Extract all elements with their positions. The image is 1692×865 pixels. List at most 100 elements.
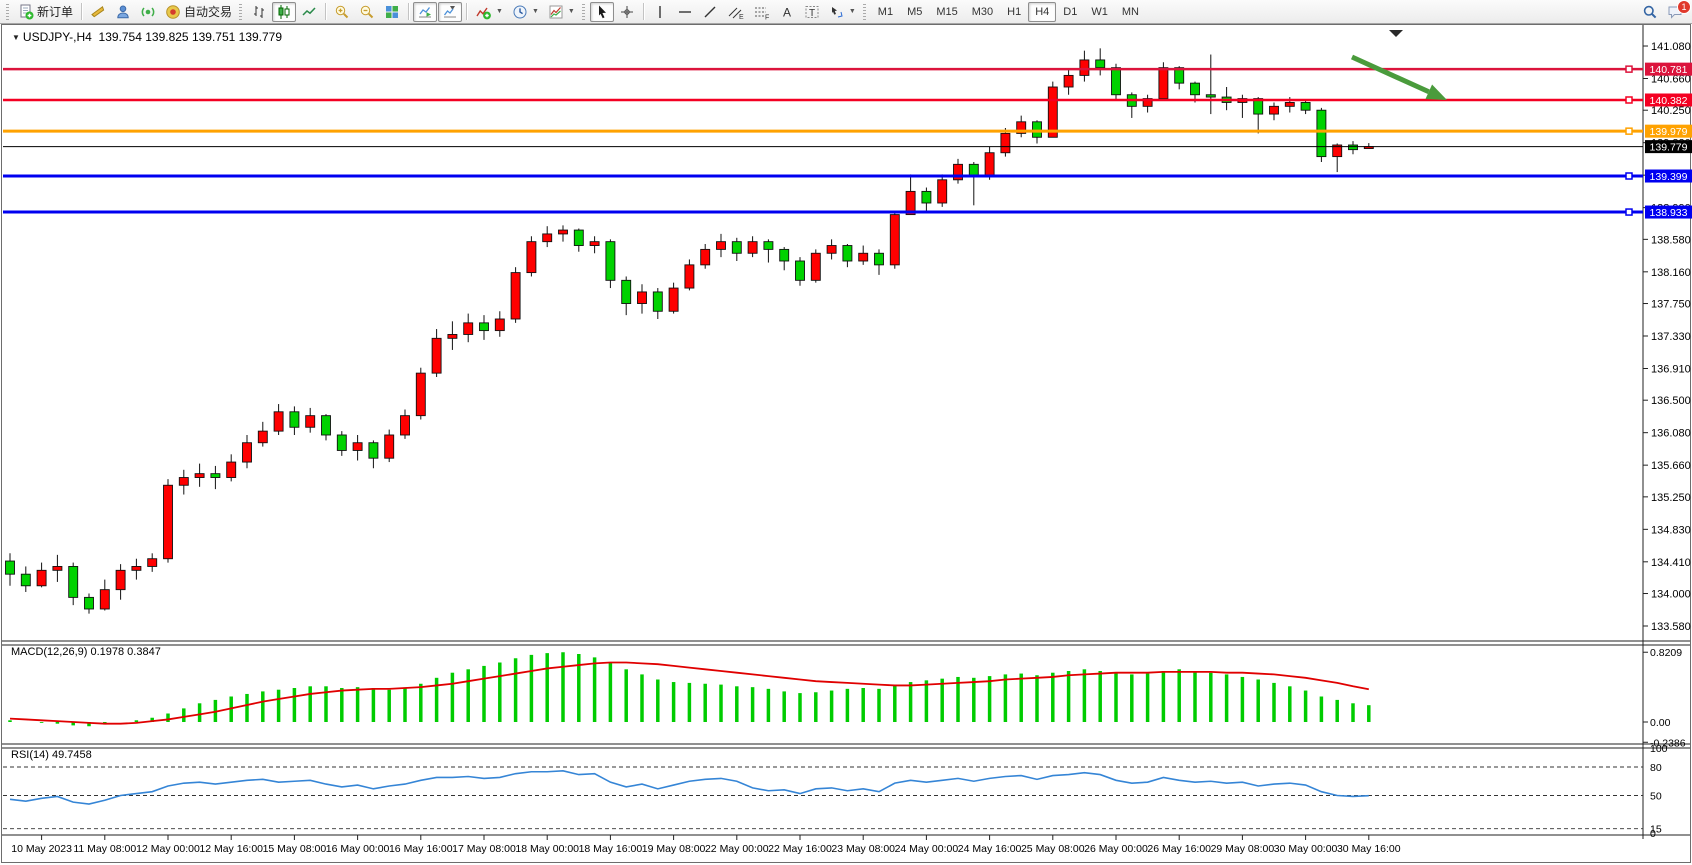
candle-body[interactable] [179, 478, 188, 486]
horizontal-line-button[interactable] [673, 2, 697, 22]
zoom-out-button[interactable] [355, 2, 379, 22]
candle-body[interactable] [195, 474, 204, 478]
candle-body[interactable] [432, 338, 441, 373]
candle-body[interactable] [748, 242, 757, 254]
candle-body[interactable] [290, 412, 299, 427]
candle-body[interactable] [669, 288, 678, 311]
text-button[interactable]: A [775, 2, 799, 22]
line-handle[interactable] [1626, 128, 1632, 134]
candle-body[interactable] [448, 334, 457, 338]
candle-body[interactable] [6, 561, 15, 574]
line-handle[interactable] [1626, 97, 1632, 103]
candle-body[interactable] [764, 242, 773, 250]
candle-body[interactable] [274, 412, 283, 431]
candle-body[interactable] [859, 253, 868, 261]
candle-body[interactable] [1285, 102, 1294, 106]
tab-timeframe-H1[interactable]: H1 [1000, 2, 1028, 22]
candle-body[interactable] [1064, 75, 1073, 87]
tab-timeframe-M30[interactable]: M30 [965, 2, 1000, 22]
candle-body[interactable] [227, 462, 236, 477]
autotrading-button[interactable]: 自动交易 [161, 2, 236, 22]
candle-body[interactable] [369, 443, 378, 458]
candle-body[interactable] [590, 242, 599, 246]
candle-body[interactable] [53, 566, 62, 570]
text-label-button[interactable]: T [800, 2, 824, 22]
notifications-button[interactable]: 1 [1663, 2, 1688, 22]
candle-body[interactable] [732, 242, 741, 254]
candle-body[interactable] [480, 323, 489, 331]
tab-timeframe-M15[interactable]: M15 [929, 2, 964, 22]
candle-body[interactable] [306, 416, 315, 428]
auto-scroll-button[interactable] [413, 2, 437, 22]
candle-body[interactable] [1001, 133, 1010, 152]
periods-button[interactable]: ▼ [508, 2, 543, 22]
candle-body[interactable] [1159, 68, 1168, 99]
bar-chart-button[interactable] [247, 2, 271, 22]
channel-button[interactable]: E [723, 2, 748, 22]
candle-body[interactable] [717, 242, 726, 250]
candle-body[interactable] [258, 431, 267, 443]
candle-body[interactable] [969, 164, 978, 176]
candle-body[interactable] [938, 180, 947, 203]
tile-windows-button[interactable] [380, 2, 404, 22]
tab-timeframe-M1[interactable]: M1 [871, 2, 900, 22]
symbol-dropdown-icon[interactable]: ▼ [12, 33, 20, 42]
candle-body[interactable] [353, 443, 362, 451]
candle-body[interactable] [985, 153, 994, 176]
candle-body[interactable] [464, 323, 473, 335]
candle-body[interactable] [1301, 102, 1310, 110]
candle-body[interactable] [401, 416, 410, 435]
candle-body[interactable] [622, 280, 631, 303]
signals-button[interactable] [136, 2, 160, 22]
candle-body[interactable] [495, 319, 504, 331]
arrows-button[interactable]: ▼ [825, 2, 860, 22]
trendline-button[interactable] [698, 2, 722, 22]
toolbar-grip[interactable] [582, 4, 585, 20]
candle-body[interactable] [116, 570, 125, 589]
fibonacci-button[interactable]: F [749, 2, 774, 22]
candle-body[interactable] [211, 474, 220, 478]
candle-body[interactable] [606, 242, 615, 281]
candle-body[interactable] [85, 597, 94, 609]
metaeditor-button[interactable] [86, 2, 110, 22]
toolbar-grip[interactable] [6, 4, 9, 20]
candle-body[interactable] [1191, 83, 1200, 95]
line-handle[interactable] [1626, 209, 1632, 215]
candle-body[interactable] [511, 273, 520, 319]
toolbar-grip[interactable] [239, 4, 242, 20]
tab-timeframe-H4[interactable]: H4 [1028, 2, 1056, 22]
candle-body[interactable] [1080, 60, 1089, 75]
candle-body[interactable] [148, 559, 157, 567]
candle-body[interactable] [843, 246, 852, 261]
candle-body[interactable] [559, 230, 568, 234]
vertical-line-button[interactable] [648, 2, 672, 22]
indicators-button[interactable]: ▼ [471, 2, 507, 22]
candle-body[interactable] [132, 566, 141, 570]
candle-body[interactable] [385, 435, 394, 458]
candle-body[interactable] [875, 253, 884, 265]
candle-body[interactable] [1033, 122, 1042, 137]
candle-body[interactable] [543, 234, 552, 242]
line-chart-button[interactable] [297, 2, 321, 22]
candle-body[interactable] [322, 416, 331, 435]
zoom-in-button[interactable] [330, 2, 354, 22]
crosshair-button[interactable] [615, 2, 639, 22]
tab-timeframe-M5[interactable]: M5 [900, 2, 929, 22]
line-handle[interactable] [1626, 173, 1632, 179]
candle-body[interactable] [243, 443, 252, 462]
candle-body[interactable] [653, 292, 662, 311]
candle-body[interactable] [796, 261, 805, 280]
new-order-button[interactable]: 新订单 [14, 2, 77, 22]
candle-body[interactable] [701, 249, 710, 264]
candle-body[interactable] [811, 253, 820, 280]
candlestick-button[interactable] [272, 2, 296, 22]
tab-timeframe-MN[interactable]: MN [1115, 2, 1146, 22]
candle-body[interactable] [780, 249, 789, 261]
candle-body[interactable] [890, 215, 899, 265]
candle-body[interactable] [164, 485, 173, 558]
candle-body[interactable] [1317, 110, 1326, 156]
candle-body[interactable] [21, 574, 30, 586]
candle-body[interactable] [827, 246, 836, 254]
candle-body[interactable] [1349, 145, 1358, 150]
candle-body[interactable] [37, 570, 46, 585]
